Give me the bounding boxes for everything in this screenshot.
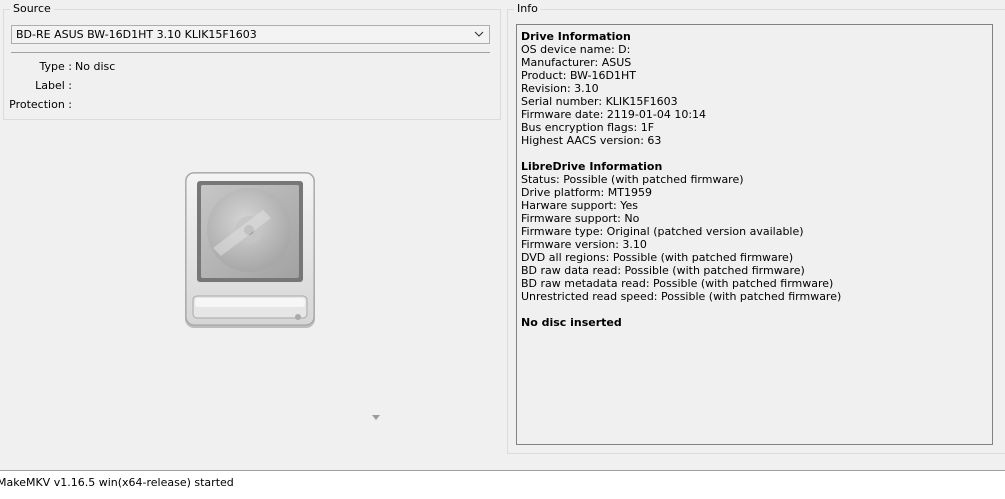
- info-line: Product: BW-16D1HT: [521, 69, 636, 82]
- source-panel: Source BD-RE ASUS BW-16D1HT 3.10 KLIK15F…: [3, 2, 501, 120]
- drive-dropdown[interactable]: BD-RE ASUS BW-16D1HT 3.10 KLIK15F1603: [11, 25, 490, 44]
- info-line: Firmware date: 2119-01-04 10:14: [521, 108, 707, 121]
- no-disc-message: No disc inserted: [521, 316, 622, 329]
- source-panel-title: Source: [10, 2, 54, 16]
- label-row: Label :: [4, 79, 404, 93]
- info-line: OS device name: D:: [521, 43, 631, 56]
- status-log-line: MakeMKV v1.16.5 win(x64-release) started: [0, 476, 234, 489]
- status-log[interactable]: MakeMKV v1.16.5 win(x64-release) started: [0, 471, 1005, 499]
- small-down-arrow-icon: [372, 415, 380, 420]
- libredrive-info-header: LibreDrive Information: [521, 160, 663, 173]
- info-line: Firmware support: No: [521, 212, 640, 225]
- drive-dropdown-value: BD-RE ASUS BW-16D1HT 3.10 KLIK15F1603: [16, 28, 257, 41]
- info-panel: Info Drive Information OS device name: D…: [507, 2, 1005, 454]
- type-row: Type : No disc: [4, 60, 404, 74]
- protection-label: Protection :: [9, 98, 72, 111]
- info-line: Serial number: KLIK15F1603: [521, 95, 678, 108]
- info-line: BD raw metadata read: Possible (with pat…: [521, 277, 834, 290]
- info-line: Unrestricted read speed: Possible (with …: [521, 290, 842, 303]
- info-line: Status: Possible (with patched firmware): [521, 173, 744, 186]
- info-text-area[interactable]: Drive Information OS device name: D: Man…: [516, 24, 993, 445]
- chevron-down-icon: [474, 31, 484, 37]
- info-line: Drive platform: MT1959: [521, 186, 652, 199]
- source-divider: [11, 52, 490, 53]
- protection-row: Protection :: [4, 98, 404, 112]
- info-line: Firmware type: Original (patched version…: [521, 225, 804, 238]
- type-value: No disc: [75, 60, 116, 73]
- info-line: Firmware version: 3.10: [521, 238, 647, 251]
- info-line: DVD all regions: Possible (with patched …: [521, 251, 794, 264]
- info-line: BD raw data read: Possible (with patched…: [521, 264, 805, 277]
- info-line: Revision: 3.10: [521, 82, 599, 95]
- type-label: Type :: [39, 60, 72, 73]
- info-line: Bus encryption flags: 1F: [521, 121, 655, 134]
- info-panel-title: Info: [514, 2, 541, 16]
- info-line: Harware support: Yes: [521, 199, 639, 212]
- info-line: Highest AACS version: 63: [521, 134, 662, 147]
- info-line: Manufacturer: ASUS: [521, 56, 632, 69]
- optical-drive-icon: [185, 172, 315, 328]
- label-label: Label :: [35, 79, 72, 92]
- drive-info-header: Drive Information: [521, 30, 631, 43]
